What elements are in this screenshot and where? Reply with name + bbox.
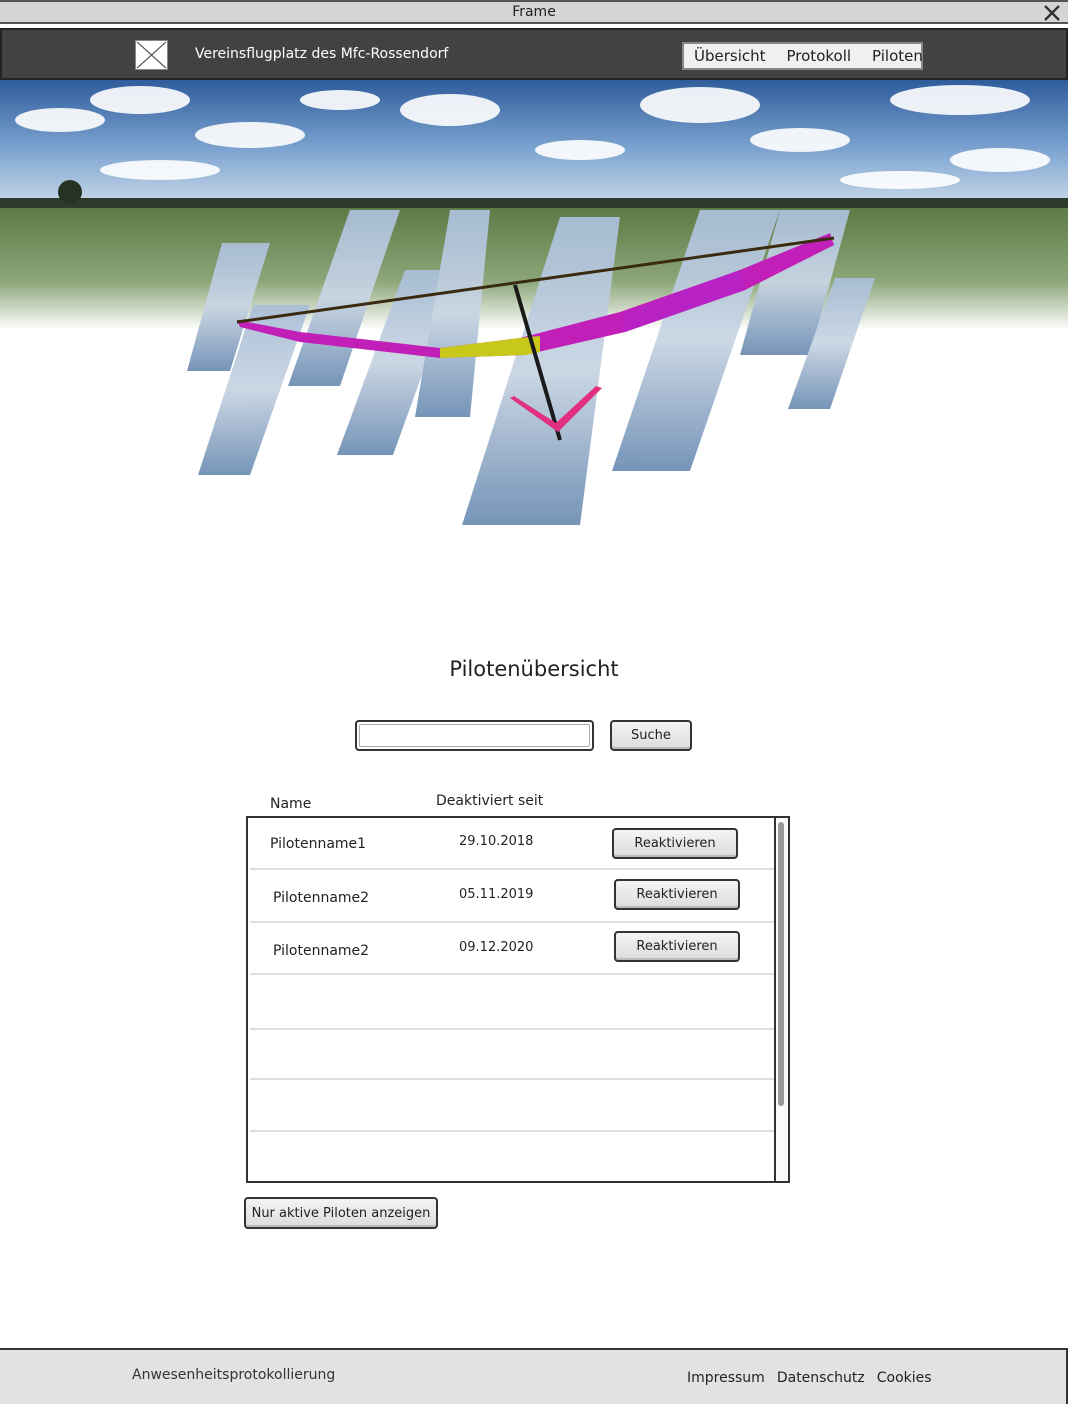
- table-scrollbar[interactable]: [774, 818, 788, 1181]
- footer-brand: Anwesenheitsprotokollierung: [132, 1367, 336, 1383]
- window-title: Frame: [512, 4, 556, 20]
- table-row-empty: [250, 1030, 774, 1080]
- deactivated-date: 09.12.2020: [459, 940, 534, 955]
- search-input[interactable]: [359, 724, 590, 747]
- footer-links: Impressum Datenschutz Cookies: [687, 1370, 932, 1386]
- nav-item-piloten[interactable]: Piloten: [860, 47, 932, 65]
- page-title: Pilotenübersicht: [449, 657, 619, 681]
- close-icon[interactable]: [1042, 3, 1062, 23]
- footer-link-cookies[interactable]: Cookies: [877, 1370, 932, 1386]
- site-title: Vereinsflugplatz des Mfc-Rossendorf: [195, 46, 449, 62]
- pilot-name: Pilotenname2: [273, 943, 370, 959]
- logo-image-placeholder-icon[interactable]: [135, 40, 168, 70]
- table-row-empty: [250, 975, 774, 1030]
- pilot-name: Pilotenname2: [273, 890, 370, 906]
- window-frame-bar: Frame: [0, 0, 1068, 24]
- scrollbar-thumb[interactable]: [778, 822, 784, 1106]
- nav-item-protokoll[interactable]: Protokoll: [775, 47, 861, 65]
- hero-glider-image: [0, 80, 1068, 525]
- search-button[interactable]: Suche: [610, 720, 692, 751]
- footer-link-datenschutz[interactable]: Datenschutz: [777, 1370, 865, 1386]
- site-header: Vereinsflugplatz des Mfc-Rossendorf Über…: [0, 28, 1068, 80]
- pilots-table: Pilotenname1 29.10.2018 Reaktivieren Pil…: [246, 816, 790, 1183]
- nav-item-uebersicht[interactable]: Übersicht: [692, 47, 775, 65]
- reactivate-button[interactable]: Reaktivieren: [614, 879, 740, 910]
- deactivated-date: 29.10.2018: [459, 834, 534, 849]
- table-row-empty: [250, 1080, 774, 1132]
- column-header-name: Name: [270, 796, 312, 812]
- footer-link-impressum[interactable]: Impressum: [687, 1370, 765, 1386]
- table-row: Pilotenname2 09.12.2020 Reaktivieren: [250, 923, 774, 975]
- reactivate-button[interactable]: Reaktivieren: [614, 931, 740, 962]
- search-field-wrapper: [355, 720, 594, 751]
- reactivate-button[interactable]: Reaktivieren: [612, 828, 738, 859]
- table-row: Pilotenname1 29.10.2018 Reaktivieren: [250, 818, 774, 870]
- table-row: Pilotenname2 05.11.2019 Reaktivieren: [250, 870, 774, 923]
- column-header-deactivated-since: Deaktiviert seit: [436, 793, 544, 809]
- main-nav: Übersicht Protokoll Piloten: [682, 42, 923, 70]
- only-active-pilots-button[interactable]: Nur aktive Piloten anzeigen: [244, 1197, 438, 1229]
- pilot-name: Pilotenname1: [270, 836, 367, 852]
- deactivated-date: 05.11.2019: [459, 887, 534, 902]
- site-footer: Anwesenheitsprotokollierung Impressum Da…: [0, 1348, 1068, 1404]
